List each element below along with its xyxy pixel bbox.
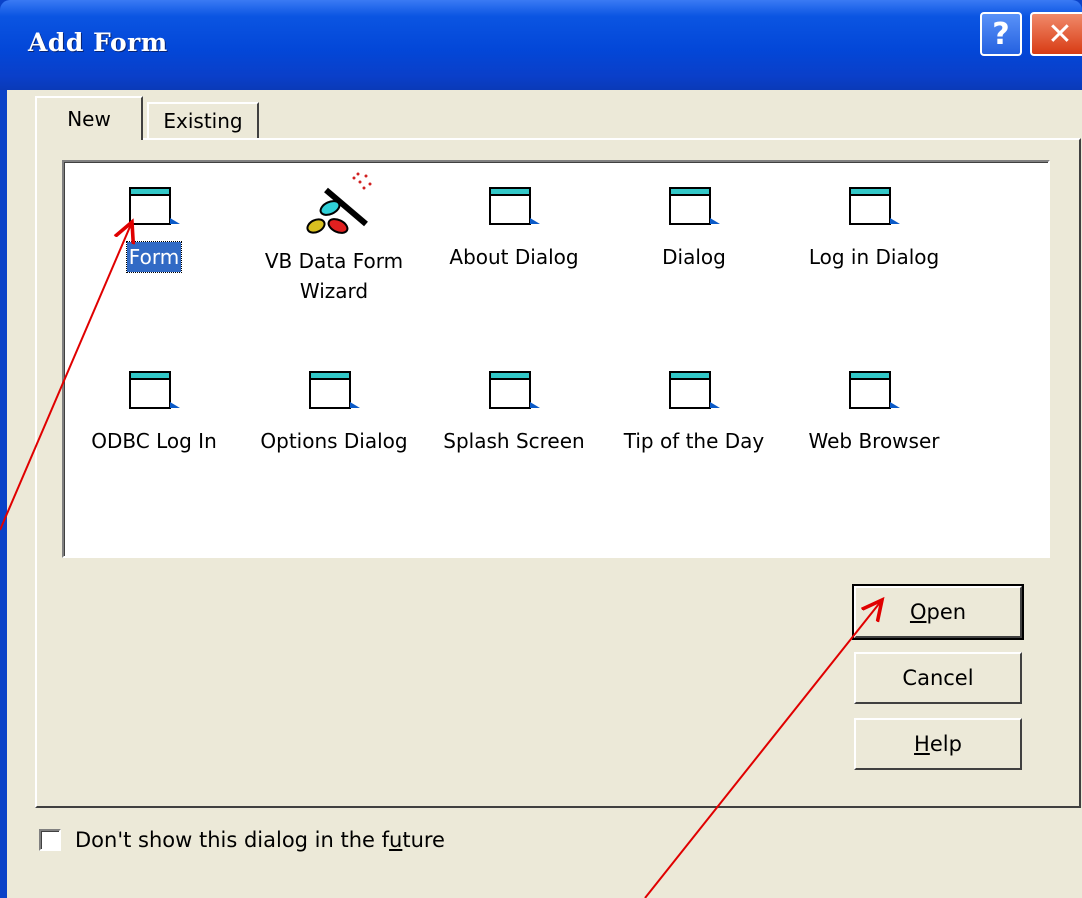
list-item-about-dialog[interactable]: About Dialog xyxy=(424,184,604,272)
open-label: pen xyxy=(926,600,967,624)
item-label: VB Data Form Wizard xyxy=(264,249,404,303)
tab-new[interactable]: New xyxy=(35,96,143,140)
list-item-options-dialog[interactable]: Options Dialog xyxy=(244,368,424,456)
item-label: Tip of the Day xyxy=(623,429,765,453)
list-item-vb-data-form-wizard[interactable]: VB Data Form Wizard xyxy=(244,172,424,306)
cancel-button[interactable]: Cancel xyxy=(854,652,1022,704)
form-icon xyxy=(849,187,900,225)
dialog-client-area: New Existing Form VB Data Form Wizard Ab… xyxy=(7,90,1082,898)
list-item-form[interactable]: Form xyxy=(64,184,244,273)
magic-wand-icon xyxy=(306,172,372,234)
add-form-dialog: Add Form ? ✕ New Existing Form VB Data F… xyxy=(0,0,1082,898)
dont-show-checkbox-row[interactable]: Don't show this dialog in the future xyxy=(39,828,445,852)
item-label: Options Dialog xyxy=(260,429,408,453)
form-icon xyxy=(129,187,180,225)
list-item-log-in-dialog[interactable]: Log in Dialog xyxy=(784,184,964,272)
dont-show-label[interactable]: Don't show this dialog in the future xyxy=(75,828,445,852)
list-item-web-browser[interactable]: Web Browser xyxy=(784,368,964,456)
help-title-button[interactable]: ? xyxy=(980,12,1022,56)
item-label: Web Browser xyxy=(808,429,940,453)
form-icon xyxy=(669,371,720,409)
form-icon xyxy=(129,371,180,409)
open-mnemonic: O xyxy=(909,600,927,624)
list-item-odbc-log-in[interactable]: ODBC Log In xyxy=(64,368,244,456)
template-list[interactable]: Form VB Data Form Wizard About Dialog Di… xyxy=(62,160,1050,558)
item-label: Log in Dialog xyxy=(808,245,940,269)
form-icon xyxy=(309,371,360,409)
help-mnemonic: H xyxy=(914,732,930,756)
window-title: Add Form xyxy=(28,28,168,57)
form-icon xyxy=(489,187,540,225)
tab-existing[interactable]: Existing xyxy=(147,102,259,138)
help-label: elp xyxy=(929,732,962,756)
item-label: ODBC Log In xyxy=(91,429,217,453)
list-item-tip-of-the-day[interactable]: Tip of the Day xyxy=(604,368,784,456)
dont-show-checkbox[interactable] xyxy=(39,829,61,851)
form-icon xyxy=(669,187,720,225)
title-bar[interactable]: Add Form ? ✕ xyxy=(0,0,1082,90)
form-icon xyxy=(489,371,540,409)
help-button[interactable]: Help xyxy=(854,718,1022,770)
item-label: About Dialog xyxy=(449,245,579,269)
list-item-splash-screen[interactable]: Splash Screen xyxy=(424,368,604,456)
item-label: Form xyxy=(125,241,183,273)
item-label: Splash Screen xyxy=(443,429,585,453)
form-icon xyxy=(849,371,900,409)
item-label: Dialog xyxy=(662,245,726,269)
close-button[interactable]: ✕ xyxy=(1030,12,1082,56)
list-item-dialog[interactable]: Dialog xyxy=(604,184,784,272)
open-button[interactable]: Open xyxy=(852,584,1024,640)
